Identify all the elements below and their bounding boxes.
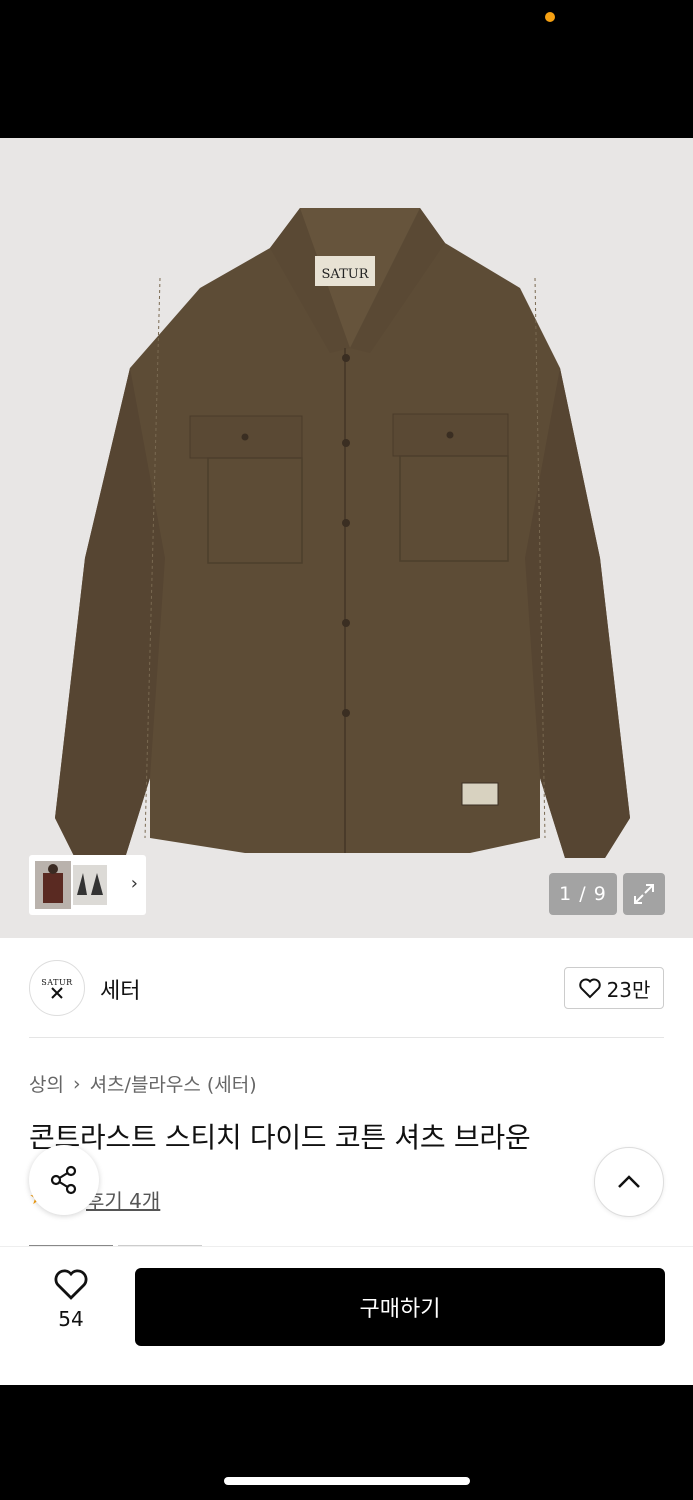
- recording-dot-icon: [545, 12, 555, 22]
- brand-logo[interactable]: SATUR: [29, 960, 85, 1016]
- expand-arrows-icon: [634, 884, 654, 904]
- breadcrumb-separator-icon: ›: [72, 1072, 81, 1095]
- brand-name[interactable]: 세터: [100, 973, 140, 1005]
- brand-row[interactable]: SATUR 세터 23만: [29, 960, 664, 1016]
- chevron-up-icon: [618, 1175, 640, 1188]
- chevron-right-icon: ›: [130, 873, 138, 894]
- share-icon: [50, 1165, 77, 1195]
- wishlist-count: 54: [58, 1307, 84, 1331]
- brand-like-count: 23만: [606, 977, 651, 1002]
- breadcrumb: 상의 › 셔츠/블라우스 (세터): [29, 1070, 257, 1097]
- divider: [29, 1037, 664, 1038]
- breadcrumb-item[interactable]: 상의: [29, 1070, 64, 1097]
- scroll-to-top-button[interactable]: [594, 1147, 664, 1217]
- heart-icon: [54, 1269, 88, 1300]
- status-bar: [0, 0, 693, 138]
- brand-like-button[interactable]: 23만: [564, 967, 664, 1009]
- breadcrumb-item[interactable]: 셔츠/블라우스 (세터): [90, 1070, 257, 1097]
- image-counter: 1 / 9: [549, 873, 617, 915]
- expand-button[interactable]: [623, 873, 665, 915]
- heart-icon: [578, 978, 601, 999]
- purchase-bar: 54 구매하기: [0, 1246, 693, 1385]
- shirt-illustration: SATUR: [55, 208, 630, 858]
- product-image[interactable]: SATUR › 1 / 9: [0, 138, 693, 938]
- thumbnail-strip[interactable]: ›: [29, 855, 146, 915]
- wishlist-button[interactable]: 54: [40, 1267, 102, 1343]
- home-indicator[interactable]: [224, 1477, 470, 1485]
- product-title: 콘트라스트 스티치 다이드 코튼 셔츠 브라운: [29, 1121, 531, 1154]
- thumbnail-images: [35, 861, 107, 909]
- brand-logo-text: SATUR: [41, 977, 73, 987]
- share-button[interactable]: [29, 1145, 99, 1215]
- buy-button[interactable]: 구매하기: [135, 1268, 665, 1346]
- svg-text:SATUR: SATUR: [322, 267, 370, 282]
- brand-emblem-icon: [51, 986, 63, 999]
- product-info: SATUR 세터 23만 상의 › 셔츠/블라우스 (세터) 콘트라스트 스티치…: [0, 938, 693, 1385]
